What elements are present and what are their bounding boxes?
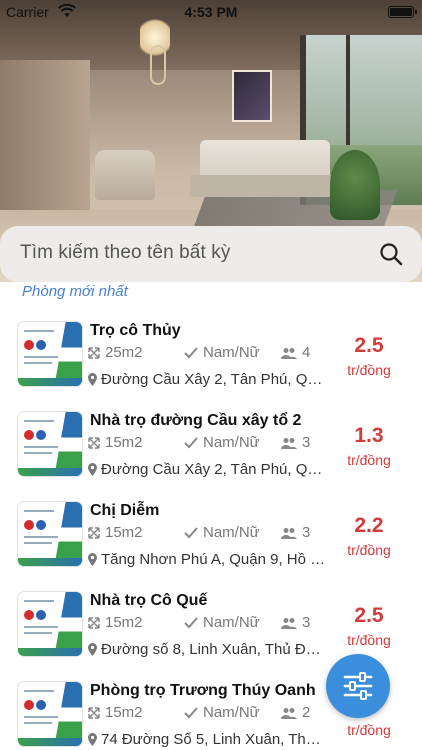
search-icon[interactable]: [378, 241, 404, 267]
listing-gender: Nam/Nữ: [203, 524, 260, 541]
listing-capacity: 3: [302, 614, 311, 631]
listing-gender: Nam/Nữ: [203, 344, 260, 361]
listing-title: Chị Diễm: [90, 502, 160, 519]
listing-area: 15m2: [105, 704, 143, 721]
listing-address: Đường số 8, Linh Xuân, Thủ Đức, Hồ Chí M…: [101, 641, 326, 658]
resize-arrows-icon: [88, 346, 100, 359]
people-icon: [281, 707, 297, 719]
listing-title: Trọ cô Thủy: [90, 322, 181, 339]
listing-thumbnail: [18, 412, 82, 476]
listing-price-unit: tr/đồng: [347, 452, 391, 468]
location-pin-icon: [88, 733, 97, 746]
list-item[interactable]: Chị Diễm 15m2 Nam/Nữ 3 Tăng Nhơn Phú A, …: [0, 490, 422, 580]
listing-title: Nhà trọ đường Cầu xây tổ 2: [90, 412, 302, 429]
people-icon: [281, 527, 297, 539]
filter-button[interactable]: [326, 654, 390, 718]
resize-arrows-icon: [88, 616, 100, 629]
listing-address: Tăng Nhơn Phú A, Quận 9, Hồ Chí Minh: [101, 551, 326, 568]
checkmark-icon: [184, 436, 198, 448]
listing-thumbnail: [18, 682, 82, 746]
listing-area: 25m2: [105, 344, 143, 361]
listing-price-unit: tr/đồng: [347, 722, 391, 738]
search-input[interactable]: Tìm kiếm theo tên bất kỳ: [20, 242, 230, 264]
search-bar[interactable]: Tìm kiếm theo tên bất kỳ: [0, 226, 422, 282]
listing-title: Phòng trọ Trương Thúy Oanh: [90, 682, 316, 699]
people-icon: [281, 617, 297, 629]
listing-area: 15m2: [105, 434, 143, 451]
listing-price: 1.3: [354, 424, 384, 447]
listing-thumbnail: [18, 592, 82, 656]
listing-area: 15m2: [105, 524, 143, 541]
listing-capacity: 3: [302, 524, 311, 541]
listing-address: 74 Đường Số 5, Linh Xuân, Thủ Đức, Hồ Ch…: [101, 731, 326, 748]
listing-capacity: 4: [302, 344, 311, 361]
people-icon: [281, 347, 297, 359]
listing-price-unit: tr/đồng: [347, 542, 391, 558]
listing-capacity: 3: [302, 434, 311, 451]
resize-arrows-icon: [88, 706, 100, 719]
location-pin-icon: [88, 463, 97, 476]
listing-price: 2.2: [354, 514, 384, 537]
list-item[interactable]: Nhà trọ đường Cầu xây tổ 2 15m2 Nam/Nữ 3…: [0, 400, 422, 490]
resize-arrows-icon: [88, 436, 100, 449]
listing-thumbnail: [18, 322, 82, 386]
listing-price-unit: tr/đồng: [347, 632, 391, 648]
listing-gender: Nam/Nữ: [203, 704, 260, 721]
location-pin-icon: [88, 643, 97, 656]
status-bar: Carrier 4:53 PM: [0, 0, 422, 26]
checkmark-icon: [184, 526, 198, 538]
checkmark-icon: [184, 346, 198, 358]
battery-icon: [388, 6, 417, 18]
listing-price: 2.5: [354, 604, 384, 627]
list-item[interactable]: Trọ cô Thủy 25m2 Nam/Nữ 4 Đường Cầu Xây …: [0, 310, 422, 400]
listing-capacity: 2: [302, 704, 311, 721]
listing-address: Đường Cầu Xây 2, Tân Phú, Quận 9, Hồ Chí…: [101, 371, 326, 388]
listing-title: Nhà trọ Cô Quế: [90, 592, 208, 609]
resize-arrows-icon: [88, 526, 100, 539]
listing-thumbnail: [18, 502, 82, 566]
sliders-filter-icon: [343, 672, 373, 700]
people-icon: [281, 437, 297, 449]
listing-gender: Nam/Nữ: [203, 614, 260, 631]
location-pin-icon: [88, 553, 97, 566]
section-title: Phòng mới nhất: [22, 283, 128, 300]
clock: 4:53 PM: [184, 4, 238, 20]
checkmark-icon: [184, 706, 198, 718]
listing-address: Đường Cầu Xây 2, Tân Phú, Quận 9, Hồ Chí…: [101, 461, 326, 478]
listing-price-unit: tr/đồng: [347, 362, 391, 378]
listing-gender: Nam/Nữ: [203, 434, 260, 451]
location-pin-icon: [88, 373, 97, 386]
listing-area: 15m2: [105, 614, 143, 631]
listing-price: 2.5: [354, 334, 384, 357]
checkmark-icon: [184, 616, 198, 628]
